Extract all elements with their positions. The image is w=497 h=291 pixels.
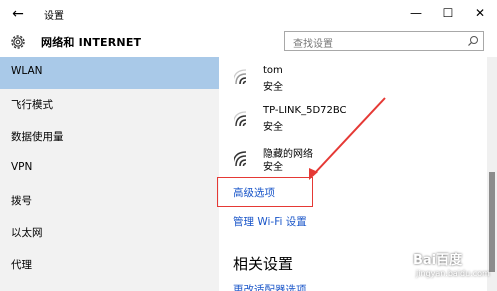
related-settings-title: 相关设置 — [233, 255, 294, 273]
settings-window: ← 设置 — ☐ ✕ 网络和 INTERNET 查找设置 WLAN 飞行模式 数… — [0, 0, 497, 291]
watermark-url: jingyan.baidu.com — [416, 269, 490, 278]
scrollbar-thumb[interactable] — [489, 172, 495, 272]
watermark-brand: Bai百度 — [413, 253, 463, 268]
adapter-options-link[interactable]: 更改适配器选项 — [233, 282, 307, 291]
annotation-arrow-icon — [309, 97, 386, 180]
